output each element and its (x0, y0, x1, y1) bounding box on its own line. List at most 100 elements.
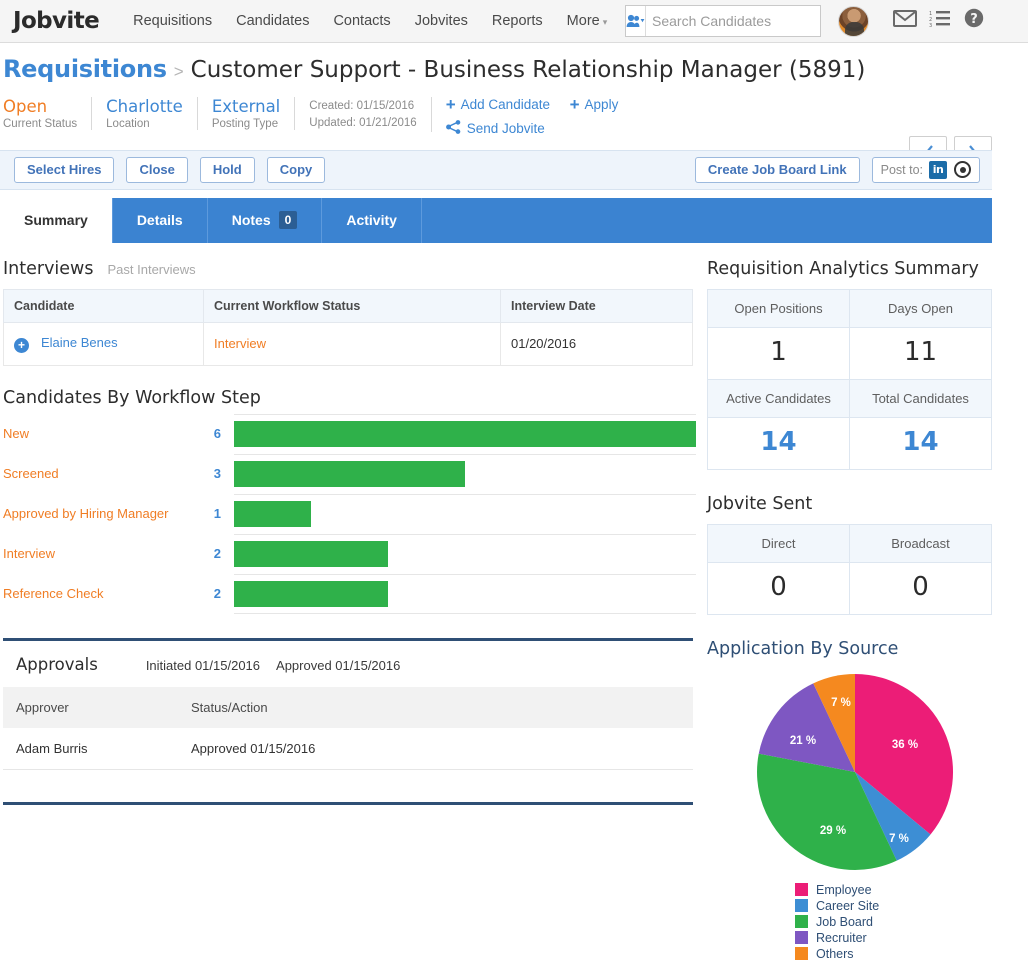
legend-label: Job Board (816, 914, 873, 929)
nav-item-jobvites[interactable]: Jobvites (403, 13, 480, 29)
cell-approver: Adam Burris (16, 740, 88, 756)
legend-label: Employee (816, 882, 872, 897)
bar-fill (234, 501, 311, 527)
label-direct: Direct (707, 523, 850, 563)
nav-item-candidates[interactable]: Candidates (224, 13, 321, 29)
apply-button[interactable]: + Apply (570, 96, 619, 113)
label-total-candidates: Total Candidates (849, 378, 992, 418)
post-to-label: Post to: (880, 162, 923, 177)
add-candidate-label: Add Candidate (460, 97, 550, 112)
pie-label-others: 7 % (831, 697, 851, 709)
main-content: Interviews Past Interviews Candidate Cur… (0, 243, 1028, 963)
meta-posting-type: External Posting Type (198, 97, 296, 130)
pie-label-employee: 36 % (892, 739, 918, 751)
interviews-table: Candidate Current Workflow Status Interv… (3, 288, 693, 366)
value-active-candidates[interactable]: 14 (707, 416, 850, 470)
list-icon[interactable]: 123 (929, 9, 951, 27)
column-status-action: Status/Action (191, 699, 268, 715)
location-value[interactable]: Charlotte (106, 97, 183, 116)
legend-item-career-site[interactable]: Career Site (795, 899, 1007, 913)
post-to-control[interactable]: Post to: in (871, 156, 980, 183)
svg-text:?: ? (970, 12, 978, 27)
tab-activity[interactable]: Activity (322, 197, 422, 243)
status-label: Current Status (3, 118, 78, 130)
bar-fill (234, 580, 388, 607)
bar-row: Reference Check 2 (3, 573, 696, 614)
legend-item-employee[interactable]: Employee (795, 883, 1007, 897)
legend-swatch (795, 915, 808, 928)
breadcrumb-requisitions-link[interactable]: Requisitions (3, 55, 167, 83)
page-header: Requisitions > Customer Support - Business… (0, 43, 1028, 174)
envelope-icon[interactable] (893, 9, 917, 27)
bar-value: 3 (213, 466, 221, 481)
interviews-title: Interviews (3, 258, 94, 279)
create-job-board-link-button[interactable]: Create Job Board Link (694, 156, 860, 183)
past-interviews-link[interactable]: Past Interviews (108, 262, 196, 277)
nav-item-requisitions[interactable]: Requisitions (121, 13, 224, 29)
bar-label[interactable]: Screened (3, 466, 203, 482)
legend-swatch (795, 947, 808, 960)
nav-item-more[interactable]: More ▾ (555, 13, 620, 29)
posting-type-label: Posting Type (211, 118, 279, 130)
jobvite-logo[interactable]: Jobvite (13, 8, 100, 34)
posting-type-value[interactable]: External (212, 97, 280, 116)
bar-track (234, 493, 696, 534)
top-navigation-bar: Jobvite Requisitions Candidates Contacts… (0, 0, 1028, 43)
close-button[interactable]: Close (126, 156, 188, 183)
table-header-row: Candidate Current Workflow Status Interv… (3, 288, 693, 323)
search-box[interactable] (625, 5, 839, 37)
created-date: Created: 01/15/2016 (309, 100, 415, 112)
copy-button[interactable]: Copy (266, 156, 326, 183)
legend-label: Career Site (816, 898, 880, 913)
people-search-icon[interactable] (626, 6, 646, 36)
legend-item-recruiter[interactable]: Recruiter (795, 931, 1007, 945)
bar-value: 2 (213, 586, 221, 601)
bar-label[interactable]: Reference Check (3, 586, 203, 602)
search-input[interactable] (646, 7, 839, 35)
tab-summary[interactable]: Summary (0, 197, 113, 243)
candidate-link[interactable]: Elaine Benes (41, 335, 118, 350)
avatar[interactable] (838, 6, 869, 37)
pie-legend: Employee Career Site Job Board Recruiter… (795, 883, 1007, 961)
bar-label[interactable]: Interview (3, 546, 203, 562)
select-hires-button[interactable]: Select Hires (14, 156, 115, 183)
linkedin-icon[interactable]: in (929, 160, 947, 179)
analytics-table: Open Positions Days Open 1 11 Active Can… (707, 288, 992, 470)
help-icon[interactable]: ? (964, 8, 984, 28)
bar-chart-plot: New 6 Screened 3 Approved by Hiring Mana… (3, 413, 696, 614)
label-active-candidates: Active Candidates (707, 378, 850, 418)
hold-button[interactable]: Hold (199, 156, 255, 183)
value-broadcast: 0 (849, 561, 992, 615)
legend-swatch (795, 899, 808, 912)
send-jobvite-label: Send Jobvite (466, 120, 545, 136)
cell-workflow-status: Interview (203, 321, 501, 366)
bar-label[interactable]: Approved by Hiring Manager (3, 506, 203, 522)
jobvite-sent-title: Jobvite Sent (707, 493, 813, 514)
tab-details[interactable]: Details (113, 197, 208, 243)
legend-swatch (795, 931, 808, 944)
expand-row-icon[interactable]: + (14, 337, 29, 353)
nav-item-contacts[interactable]: Contacts (321, 13, 402, 29)
bar-label[interactable]: New (3, 426, 203, 442)
notes-count-badge: 0 (278, 211, 298, 229)
target-icon[interactable] (954, 161, 971, 178)
status-value: Open (3, 97, 48, 116)
value-total-candidates[interactable]: 14 (849, 416, 992, 470)
pie-label-career-site: 7 % (889, 833, 909, 845)
breadcrumb: Requisitions > Customer Support - Business… (0, 57, 1028, 82)
nav-item-reports[interactable]: Reports (480, 13, 555, 29)
add-candidate-button[interactable]: + Add Candidate (446, 96, 550, 113)
legend-item-others[interactable]: Others (795, 947, 1007, 961)
application-by-source-chart: Application By Source 36 % 7 % 29 % 21 %… (707, 639, 1007, 961)
header-actions: + Add Candidate + Apply Send Jobvite (432, 96, 635, 137)
send-jobvite-button[interactable]: Send Jobvite (445, 119, 545, 137)
action-toolbar: Select Hires Close Hold Copy Create Job … (0, 149, 992, 190)
analytics-label-row: Active Candidates Total Candidates (707, 378, 992, 418)
table-row: + Elaine Benes Interview 01/20/2016 (3, 321, 693, 366)
value-direct: 0 (707, 561, 850, 615)
label-open-positions: Open Positions (707, 288, 850, 328)
label-days-open: Days Open (849, 288, 992, 328)
legend-item-job-board[interactable]: Job Board (795, 915, 1007, 929)
jobvite-label-row: Direct Broadcast (707, 523, 992, 563)
tab-notes[interactable]: Notes 0 (208, 197, 323, 243)
